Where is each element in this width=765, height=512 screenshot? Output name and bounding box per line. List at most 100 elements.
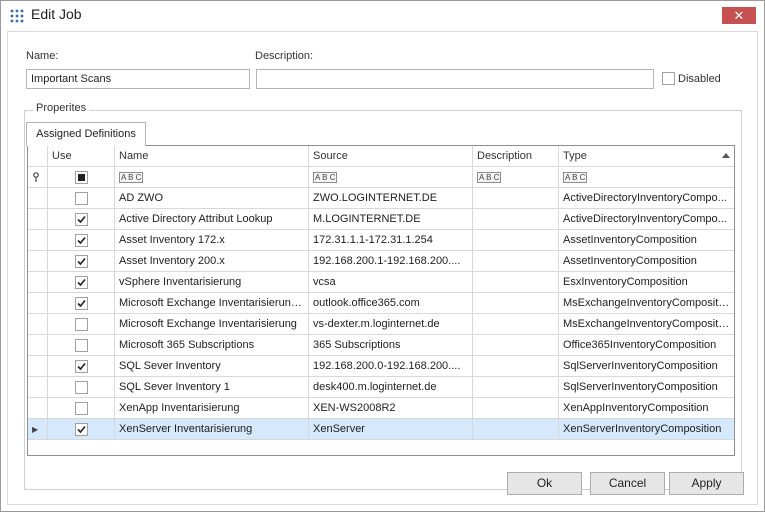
description-cell[interactable]	[473, 293, 559, 314]
type-cell[interactable]: Office365InventoryComposition	[559, 335, 734, 356]
row-indicator[interactable]	[28, 335, 48, 356]
source-cell[interactable]: 365 Subscriptions	[309, 335, 473, 356]
table-row[interactable]: Active Directory Attribut Lookup M.LOGINT…	[28, 209, 734, 230]
source-cell[interactable]: 192.168.200.1-192.168.200....	[309, 251, 473, 272]
source-cell[interactable]: XenServer	[309, 419, 473, 440]
source-cell[interactable]: ZWO.LOGINTERNET.DE	[309, 188, 473, 209]
type-cell[interactable]: AssetInventoryComposition	[559, 251, 734, 272]
row-indicator[interactable]	[28, 209, 48, 230]
row-indicator[interactable]	[28, 314, 48, 335]
cancel-button[interactable]: Cancel	[590, 472, 665, 495]
close-button[interactable]: ✕	[722, 7, 756, 24]
table-row[interactable]: Microsoft Exchange Inventarisierung 1 out…	[28, 293, 734, 314]
row-indicator[interactable]	[28, 251, 48, 272]
source-cell[interactable]: vcsa	[309, 272, 473, 293]
name-cell[interactable]: Active Directory Attribut Lookup	[115, 209, 309, 230]
name-cell[interactable]: Microsoft 365 Subscriptions	[115, 335, 309, 356]
source-cell[interactable]: outlook.office365.com	[309, 293, 473, 314]
name-cell[interactable]: Microsoft Exchange Inventarisierung	[115, 314, 309, 335]
column-header-source[interactable]: Source	[309, 146, 473, 167]
use-checkbox[interactable]	[75, 192, 88, 205]
type-cell[interactable]: AssetInventoryComposition	[559, 230, 734, 251]
row-indicator[interactable]	[28, 272, 48, 293]
column-header-type[interactable]: Type	[559, 146, 734, 167]
table-row[interactable]: Asset Inventory 200.x 192.168.200.1-192.1…	[28, 251, 734, 272]
description-cell[interactable]	[473, 377, 559, 398]
filter-name[interactable]: A B C	[115, 167, 309, 188]
use-cell[interactable]	[48, 209, 115, 230]
use-checkbox[interactable]	[75, 339, 88, 352]
type-cell[interactable]: SqlServerInventoryComposition	[559, 377, 734, 398]
type-cell[interactable]: SqlServerInventoryComposition	[559, 356, 734, 377]
source-cell[interactable]: desk400.m.loginternet.de	[309, 377, 473, 398]
description-cell[interactable]	[473, 419, 559, 440]
use-checkbox[interactable]	[75, 213, 88, 226]
description-cell[interactable]	[473, 188, 559, 209]
row-indicator[interactable]	[28, 230, 48, 251]
row-indicator[interactable]	[28, 356, 48, 377]
table-row[interactable]: ▶ XenServer Inventarisierung XenServer XenS…	[28, 419, 734, 440]
column-header-use[interactable]: Use	[48, 146, 115, 167]
type-cell[interactable]: EsxInventoryComposition	[559, 272, 734, 293]
tab-assigned-definitions[interactable]: Assigned Definitions	[26, 122, 146, 146]
source-cell[interactable]: M.LOGINTERNET.DE	[309, 209, 473, 230]
filter-source[interactable]: A B C	[309, 167, 473, 188]
use-checkbox[interactable]	[75, 318, 88, 331]
use-checkbox[interactable]	[75, 276, 88, 289]
row-indicator[interactable]	[28, 293, 48, 314]
use-checkbox[interactable]	[75, 360, 88, 373]
column-header-name[interactable]: Name	[115, 146, 309, 167]
name-cell[interactable]: Asset Inventory 172.x	[115, 230, 309, 251]
name-cell[interactable]: SQL Sever Inventory 1	[115, 377, 309, 398]
use-cell[interactable]	[48, 251, 115, 272]
description-cell[interactable]	[473, 335, 559, 356]
use-cell[interactable]	[48, 272, 115, 293]
table-row[interactable]: Microsoft 365 Subscriptions 365 Subscript…	[28, 335, 734, 356]
name-cell[interactable]: AD ZWO	[115, 188, 309, 209]
use-cell[interactable]	[48, 314, 115, 335]
table-row[interactable]: SQL Sever Inventory 192.168.200.0-192.168…	[28, 356, 734, 377]
apply-button[interactable]: Apply	[669, 472, 744, 495]
use-cell[interactable]	[48, 419, 115, 440]
use-checkbox[interactable]	[75, 423, 88, 436]
row-indicator[interactable]	[28, 377, 48, 398]
use-cell[interactable]	[48, 335, 115, 356]
description-cell[interactable]	[473, 398, 559, 419]
type-cell[interactable]: ActiveDirectoryInventoryCompo...	[559, 209, 734, 230]
name-cell[interactable]: Microsoft Exchange Inventarisierung 1	[115, 293, 309, 314]
source-cell[interactable]: 172.31.1.1-172.31.1.254	[309, 230, 473, 251]
name-cell[interactable]: XenServer Inventarisierung	[115, 419, 309, 440]
table-row[interactable]: vSphere Inventarisierung vcsa EsxInventory…	[28, 272, 734, 293]
ok-button[interactable]: Ok	[507, 472, 582, 495]
filter-use[interactable]	[48, 167, 115, 188]
description-cell[interactable]	[473, 251, 559, 272]
description-cell[interactable]	[473, 230, 559, 251]
table-row[interactable]: AD ZWO ZWO.LOGINTERNET.DE ActiveDirectoryI…	[28, 188, 734, 209]
description-cell[interactable]	[473, 209, 559, 230]
type-cell[interactable]: XenAppInventoryComposition	[559, 398, 734, 419]
table-row[interactable]: XenApp Inventarisierung XEN-WS2008R2 XenAp…	[28, 398, 734, 419]
use-cell[interactable]	[48, 377, 115, 398]
use-cell[interactable]	[48, 230, 115, 251]
use-checkbox[interactable]	[75, 381, 88, 394]
type-cell[interactable]: MsExchangeInventoryComposition	[559, 314, 734, 335]
use-cell[interactable]	[48, 293, 115, 314]
type-cell[interactable]: XenServerInventoryComposition	[559, 419, 734, 440]
filter-use-checkbox[interactable]	[75, 171, 88, 184]
row-indicator[interactable]: ▶	[28, 419, 48, 440]
use-cell[interactable]	[48, 188, 115, 209]
source-cell[interactable]: 192.168.200.0-192.168.200....	[309, 356, 473, 377]
filter-description[interactable]: A B C	[473, 167, 559, 188]
name-input[interactable]	[26, 69, 250, 89]
use-checkbox[interactable]	[75, 234, 88, 247]
name-cell[interactable]: XenApp Inventarisierung	[115, 398, 309, 419]
use-cell[interactable]	[48, 398, 115, 419]
description-input[interactable]	[256, 69, 654, 89]
description-cell[interactable]	[473, 314, 559, 335]
source-cell[interactable]: XEN-WS2008R2	[309, 398, 473, 419]
source-cell[interactable]: vs-dexter.m.loginternet.de	[309, 314, 473, 335]
column-header-description[interactable]: Description	[473, 146, 559, 167]
type-cell[interactable]: MsExchangeInventoryComposition	[559, 293, 734, 314]
description-cell[interactable]	[473, 272, 559, 293]
name-cell[interactable]: Asset Inventory 200.x	[115, 251, 309, 272]
